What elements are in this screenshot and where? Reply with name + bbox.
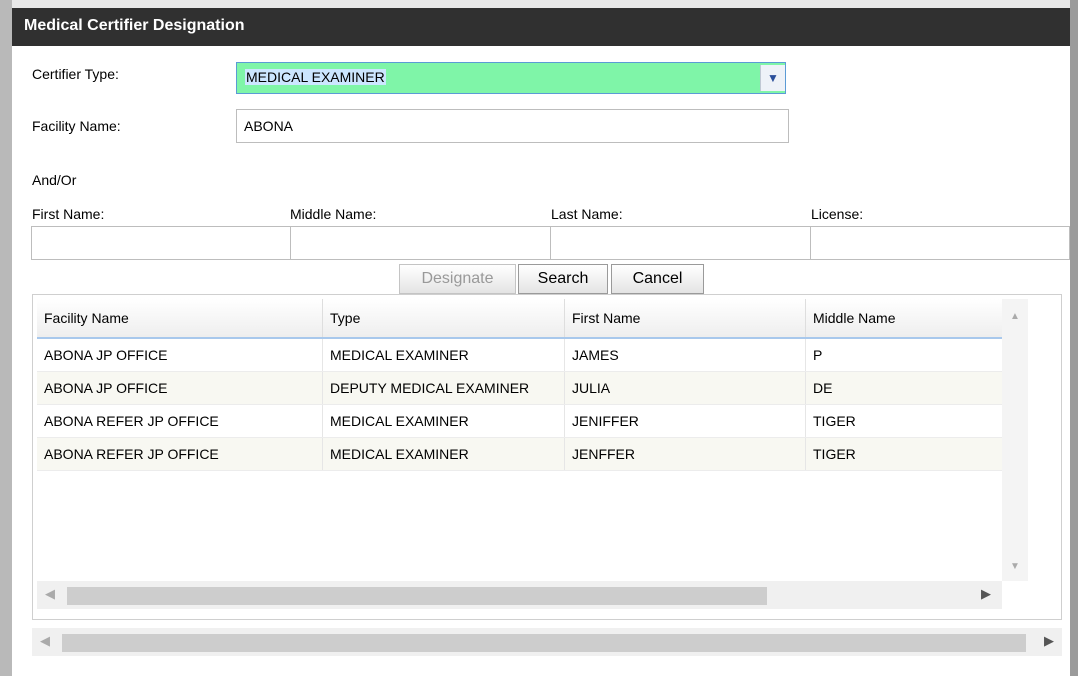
cell-first-name: JAMES xyxy=(565,339,806,371)
cancel-button[interactable]: Cancel xyxy=(611,264,704,294)
cell-type: DEPUTY MEDICAL EXAMINER xyxy=(323,372,565,404)
cell-middle-name: TIGER xyxy=(813,413,856,429)
dialog-horizontal-scrollbar[interactable]: ◀ ▶ xyxy=(32,628,1062,656)
column-header-facility-name[interactable]: Facility Name xyxy=(37,299,323,337)
scroll-left-icon[interactable]: ◀ xyxy=(45,586,55,602)
and-or-label: And/Or xyxy=(32,172,77,188)
first-name-label: First Name: xyxy=(32,206,105,222)
search-button[interactable]: Search xyxy=(518,264,608,294)
column-header-type[interactable]: Type xyxy=(323,299,565,337)
dialog-horizontal-scroll-thumb[interactable] xyxy=(62,634,1026,652)
grid-horizontal-scroll-thumb[interactable] xyxy=(67,587,767,605)
column-header-middle-name[interactable]: Middle Name xyxy=(806,299,1002,337)
cell-first-name: JULIA xyxy=(565,372,806,404)
cell-facility-name: ABONA REFER JP OFFICE xyxy=(37,438,323,470)
middle-name-label: Middle Name: xyxy=(290,206,377,222)
certifier-type-label: Certifier Type: xyxy=(32,66,119,82)
scroll-left-icon[interactable]: ◀ xyxy=(40,633,50,649)
certifier-type-select[interactable]: MEDICAL EXAMINER ▼ xyxy=(236,62,786,94)
background-window-edge xyxy=(1070,0,1078,676)
scroll-right-icon[interactable]: ▶ xyxy=(981,586,991,602)
scroll-down-icon[interactable]: ▼ xyxy=(1010,561,1020,572)
grid-header: Facility Name Type First Name Middle Nam… xyxy=(37,299,1002,339)
cell-middle-name: P xyxy=(813,347,823,363)
table-row[interactable]: ABONA JP OFFICE MEDICAL EXAMINER JAMES P xyxy=(37,339,1002,372)
table-row[interactable]: ABONA JP OFFICE DEPUTY MEDICAL EXAMINER … xyxy=(37,372,1002,405)
last-name-input[interactable] xyxy=(550,226,811,260)
middle-name-input[interactable] xyxy=(290,226,551,260)
facility-name-value: ABONA xyxy=(244,118,294,134)
cell-first-name: JENFFER xyxy=(565,438,806,470)
dialog-titlebar[interactable]: Medical Certifier Designation xyxy=(12,0,1070,46)
license-label: License: xyxy=(811,206,864,222)
chevron-down-icon[interactable]: ▼ xyxy=(760,65,785,91)
cell-middle-name: TIGER xyxy=(813,446,856,462)
certifier-type-value: MEDICAL EXAMINER xyxy=(245,69,386,85)
cell-type: MEDICAL EXAMINER xyxy=(323,405,565,437)
cell-type: MEDICAL EXAMINER xyxy=(323,438,565,470)
scroll-right-icon[interactable]: ▶ xyxy=(1044,633,1054,649)
first-name-input[interactable] xyxy=(31,226,291,260)
column-header-first-name[interactable]: First Name xyxy=(565,299,806,337)
table-row[interactable]: ABONA REFER JP OFFICE MEDICAL EXAMINER J… xyxy=(37,438,1002,471)
grid-horizontal-scrollbar[interactable]: ◀ ▶ xyxy=(37,581,1002,609)
grid-viewport: Facility Name Type First Name Middle Nam… xyxy=(37,299,1002,611)
facility-name-input[interactable]: ABONA xyxy=(236,109,789,143)
results-grid: Facility Name Type First Name Middle Nam… xyxy=(32,294,1062,620)
cell-first-name: JENIFFER xyxy=(565,405,806,437)
background-window xyxy=(0,0,12,676)
medical-certifier-dialog: Medical Certifier Designation Certifier … xyxy=(12,0,1070,676)
cell-facility-name: ABONA REFER JP OFFICE xyxy=(37,405,323,437)
cell-type: MEDICAL EXAMINER xyxy=(323,339,565,371)
scroll-up-icon[interactable]: ▲ xyxy=(1010,311,1020,322)
cell-middle-name: DE xyxy=(813,380,833,396)
table-row[interactable]: ABONA REFER JP OFFICE MEDICAL EXAMINER J… xyxy=(37,405,1002,438)
cell-facility-name: ABONA JP OFFICE xyxy=(37,372,323,404)
dialog-title: Medical Certifier Designation xyxy=(24,17,245,34)
cell-facility-name: ABONA JP OFFICE xyxy=(37,339,323,371)
grid-vertical-scrollbar[interactable]: ▲ ▼ xyxy=(1002,299,1028,581)
license-input[interactable] xyxy=(810,226,1070,260)
last-name-label: Last Name: xyxy=(551,206,623,222)
designate-button[interactable]: Designate xyxy=(399,264,516,294)
facility-name-label: Facility Name: xyxy=(32,118,121,134)
